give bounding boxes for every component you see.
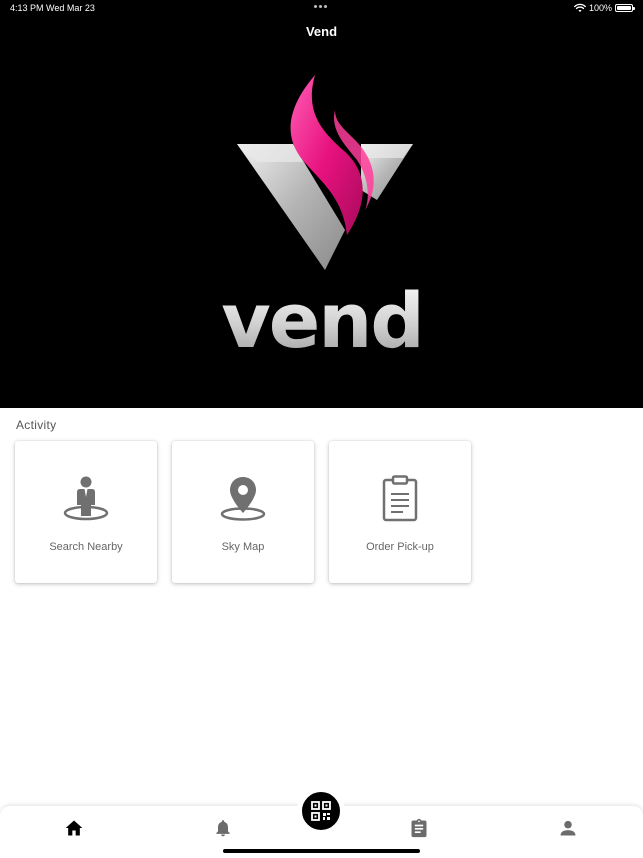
- search-nearby-card[interactable]: Search Nearby: [15, 441, 157, 583]
- vend-logo: vend: [221, 75, 425, 360]
- home-icon[interactable]: [64, 818, 84, 838]
- activity-cards: Search Nearby Sky Map Order Pick-up: [15, 441, 471, 583]
- page-title: Vend: [305, 24, 338, 39]
- order-pickup-card[interactable]: Order Pick-up: [329, 441, 471, 583]
- multitasking-dots-icon[interactable]: [314, 5, 330, 9]
- card-label: Sky Map: [221, 541, 265, 553]
- bell-icon[interactable]: [213, 818, 233, 838]
- wifi-icon: [574, 3, 586, 12]
- sky-map-card[interactable]: Sky Map: [172, 441, 314, 583]
- qr-scan-button[interactable]: [300, 790, 342, 832]
- status-indicators: 100%: [574, 2, 635, 14]
- card-label: Search Nearby: [49, 541, 123, 553]
- activity-title: Activity: [16, 418, 57, 432]
- clipboard-icon: [382, 475, 418, 522]
- logo-wordmark: vend: [221, 276, 423, 360]
- qr-code-icon: [311, 801, 331, 821]
- home-indicator: [223, 849, 420, 853]
- status-bar: 4:13 PM Wed Mar 23 100%: [0, 0, 643, 18]
- person-icon[interactable]: [558, 818, 578, 838]
- person-location-icon: [63, 476, 109, 521]
- clipboard-icon[interactable]: [409, 818, 429, 838]
- map-pin-icon: [220, 477, 266, 521]
- hero-banner: 4:13 PM Wed Mar 23 100% Vend vend: [0, 0, 643, 408]
- battery-icon: [615, 4, 635, 12]
- battery-percent: 100%: [588, 3, 612, 13]
- card-label: Order Pick-up: [366, 541, 434, 553]
- app-screen: 4:13 PM Wed Mar 23 100% Vend vend Activi…: [0, 0, 643, 858]
- status-date: Wed Mar 23: [46, 3, 95, 13]
- status-time: 4:13 PM: [10, 3, 44, 13]
